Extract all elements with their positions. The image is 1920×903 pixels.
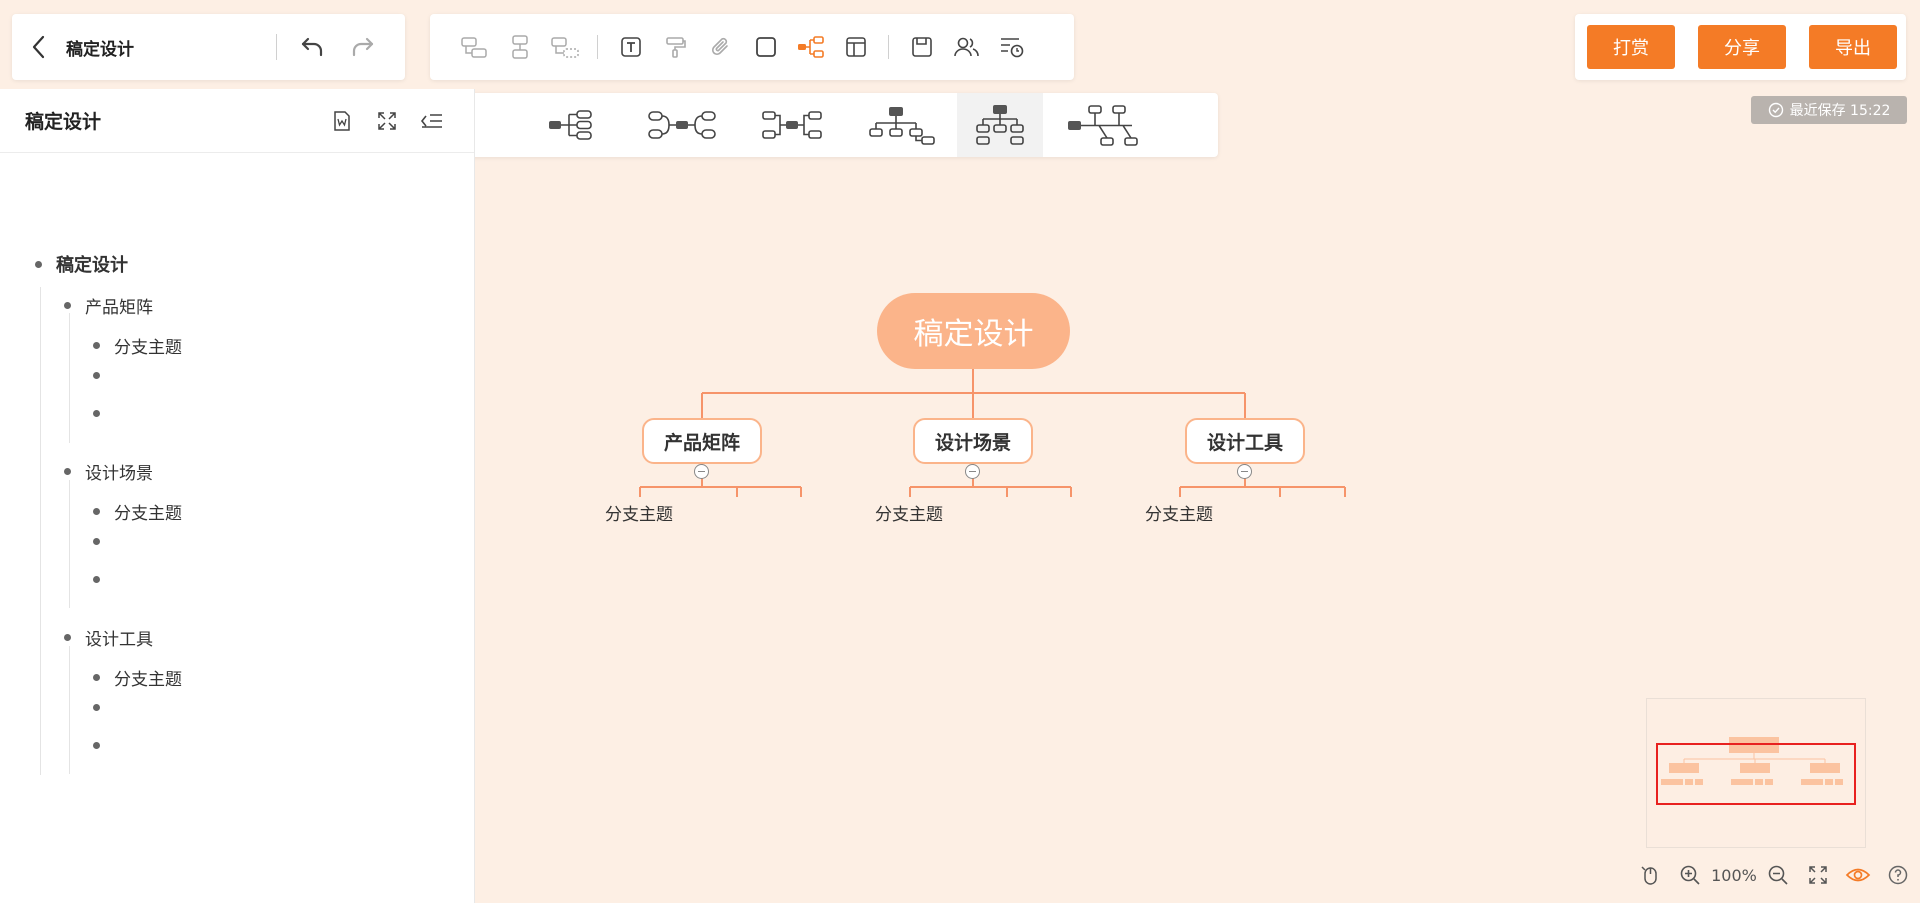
bullet-icon	[93, 372, 100, 379]
bullet-icon	[64, 302, 71, 309]
eye-icon[interactable]	[1838, 860, 1878, 890]
undo-icon[interactable]	[283, 14, 341, 80]
outline-guide	[69, 646, 70, 774]
subtopic-node[interactable]: 分支主题	[1145, 500, 1213, 525]
bullet-icon	[93, 410, 100, 417]
outline-item-leaf[interactable]	[93, 538, 114, 545]
bullet-icon	[93, 508, 100, 515]
collapse-toggle-icon[interactable]	[1237, 464, 1252, 479]
help-icon[interactable]	[1878, 860, 1918, 890]
outline-item-branch[interactable]: 设计场景	[64, 459, 153, 484]
outline-item-leaf[interactable]	[93, 372, 114, 379]
zoom-in-icon[interactable]	[1670, 860, 1710, 890]
subtopic-node[interactable]: 分支主题	[605, 500, 673, 525]
outline-item-leaf[interactable]	[93, 704, 114, 711]
bullet-icon	[93, 576, 100, 583]
divider	[276, 34, 277, 60]
outline-item-branch[interactable]: 产品矩阵	[64, 293, 153, 318]
document-title[interactable]: 稿定设计	[66, 35, 276, 60]
outline-item-label: 分支主题	[114, 338, 182, 358]
outline-guide	[69, 313, 70, 443]
minimap[interactable]	[1646, 698, 1866, 848]
outline-item-leaf[interactable]: 分支主题	[93, 499, 182, 524]
main-topic-node[interactable]: 设计场景	[913, 418, 1033, 464]
outline-item-label: 设计工具	[85, 630, 153, 650]
bullet-icon	[93, 742, 100, 749]
outline-guide	[69, 480, 70, 608]
collapse-toggle-icon[interactable]	[694, 464, 709, 479]
bullet-icon	[35, 260, 42, 268]
back-arrow-icon[interactable]	[12, 14, 66, 80]
outline-item-leaf[interactable]: 分支主题	[93, 333, 182, 358]
bullet-icon	[93, 342, 100, 349]
fullscreen-icon[interactable]	[364, 98, 409, 143]
bullet-icon	[64, 634, 71, 641]
outline-item-leaf[interactable]	[93, 576, 114, 583]
outline-item-label: 稿定设计	[56, 255, 128, 276]
zoom-level: 100%	[1711, 865, 1757, 885]
outline-guide	[40, 287, 41, 775]
zoom-controls: 100%	[1630, 860, 1920, 890]
collapse-toggle-icon[interactable]	[965, 464, 980, 479]
bullet-icon	[64, 468, 71, 475]
outline-item-root[interactable]: 稿定设计	[35, 251, 128, 277]
outline-item-leaf[interactable]: 分支主题	[93, 665, 182, 690]
outline-sidebar: 稿定设计 稿定设计 产品矩阵 分支主题 设计场景 分支主题 设计工具 分支主题	[0, 89, 475, 903]
outline-title: 稿定设计	[25, 111, 102, 133]
word-export-icon[interactable]	[319, 98, 364, 143]
zoom-out-icon[interactable]	[1758, 860, 1798, 890]
main-topic-node[interactable]: 设计工具	[1185, 418, 1305, 464]
subtopic-node[interactable]: 分支主题	[875, 500, 943, 525]
minimap-viewport[interactable]	[1656, 743, 1856, 805]
collapse-sidebar-icon[interactable]	[409, 98, 454, 143]
outline-item-leaf[interactable]	[93, 410, 114, 417]
outline-header: 稿定设计	[0, 89, 474, 153]
bullet-icon	[93, 538, 100, 545]
bullet-icon	[93, 674, 100, 681]
main-topic-node[interactable]: 产品矩阵	[642, 418, 762, 464]
title-panel: 稿定设计	[12, 14, 405, 80]
outline-item-label: 分支主题	[114, 670, 182, 690]
outline-item-leaf[interactable]	[93, 742, 114, 749]
outline-item-branch[interactable]: 设计工具	[64, 625, 153, 650]
mouse-icon[interactable]	[1630, 860, 1670, 890]
redo-icon[interactable]	[341, 14, 385, 80]
outline-item-label: 产品矩阵	[85, 298, 153, 318]
outline-item-label: 分支主题	[114, 504, 182, 524]
outline-tree: 稿定设计 产品矩阵 分支主题 设计场景 分支主题 设计工具 分支主题	[0, 153, 474, 775]
outline-item-label: 设计场景	[85, 464, 153, 484]
fit-screen-icon[interactable]	[1798, 860, 1838, 890]
root-topic-node[interactable]: 稿定设计	[877, 293, 1070, 369]
bullet-icon	[93, 704, 100, 711]
